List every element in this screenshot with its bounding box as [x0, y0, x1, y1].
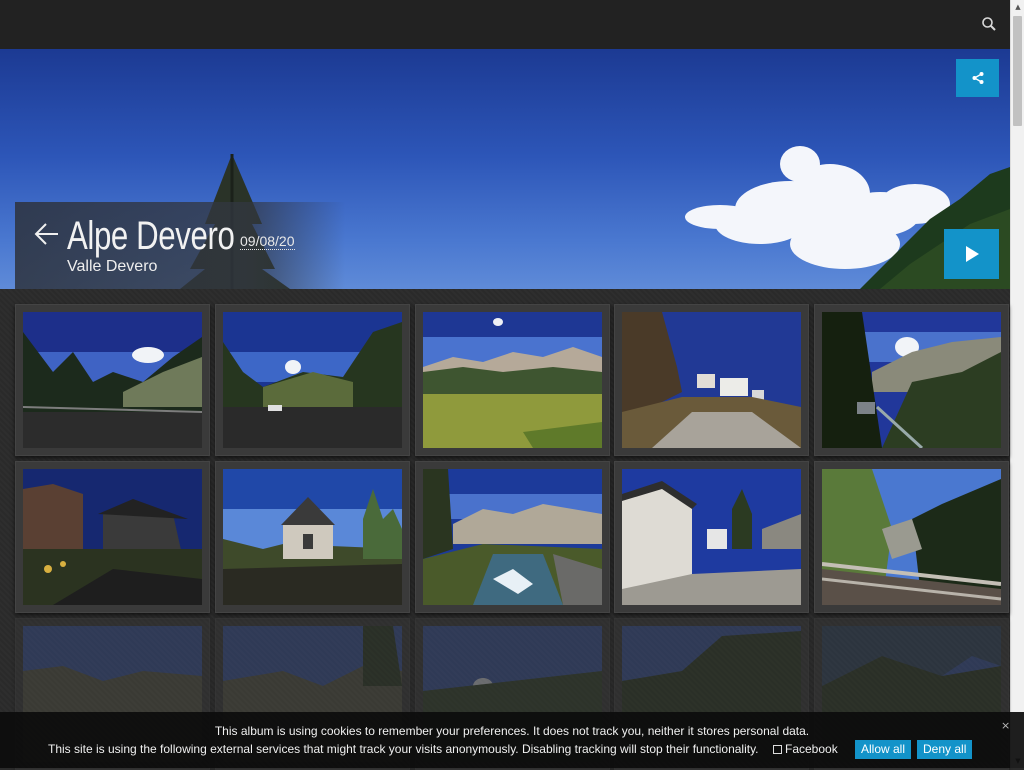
thumbnail-card[interactable] — [814, 461, 1009, 613]
facebook-label: Facebook — [785, 742, 838, 756]
thumbnail-image — [622, 312, 801, 448]
scroll-thumb[interactable] — [1013, 16, 1022, 126]
facebook-consent-checkbox[interactable]: Facebook — [773, 742, 838, 756]
thumbnail-card[interactable] — [215, 304, 410, 456]
thumbnail-image — [23, 312, 202, 448]
search-icon — [982, 17, 996, 31]
thumbnail-card[interactable] — [215, 461, 410, 613]
thumbnail-card[interactable] — [614, 461, 809, 613]
play-icon — [965, 246, 979, 262]
back-button[interactable] — [34, 220, 60, 248]
top-bar — [0, 0, 1010, 49]
allow-all-button[interactable]: Allow all — [855, 740, 912, 759]
scroll-up-arrow-icon[interactable]: ▲ — [1011, 0, 1024, 14]
cookie-tracking-text: This site is using the following externa… — [48, 742, 759, 756]
thumbnail-card[interactable] — [15, 461, 210, 613]
cookie-notice-text: This album is using cookies to remember … — [214, 724, 810, 738]
thumbnail-image — [622, 469, 801, 605]
thumbnail-card[interactable] — [614, 304, 809, 456]
thumbnail-image — [23, 469, 202, 605]
thumbnail-card[interactable] — [814, 304, 1009, 456]
cookie-consent-bar: This album is using cookies to remember … — [0, 712, 1024, 768]
album-title: Alpe Devero — [67, 214, 235, 258]
thumbnail-image — [423, 469, 602, 605]
thumbnail-image — [822, 469, 1001, 605]
share-button[interactable] — [956, 59, 999, 97]
thumbnail-card[interactable] — [415, 461, 610, 613]
checkbox-icon — [773, 744, 782, 754]
arrow-left-icon — [34, 223, 58, 245]
album-date: 09/08/20 — [240, 233, 295, 250]
thumbnail-image — [223, 469, 402, 605]
thumbnail-image — [822, 312, 1001, 448]
album-subtitle: Valle Devero — [67, 258, 158, 275]
share-icon — [972, 72, 983, 84]
thumbnail-image — [423, 312, 602, 448]
deny-all-button[interactable]: Deny all — [917, 740, 973, 759]
thumbnail-image — [223, 312, 402, 448]
close-icon[interactable]: × — [1001, 719, 1013, 732]
thumbnail-card[interactable] — [15, 304, 210, 456]
search-button[interactable] — [978, 13, 1000, 35]
thumbnail-card[interactable] — [415, 304, 610, 456]
slideshow-play-button[interactable] — [944, 229, 999, 279]
page-scrollbar[interactable]: ▲ ▼ — [1010, 0, 1024, 768]
thumbnail-grid — [0, 289, 1010, 770]
